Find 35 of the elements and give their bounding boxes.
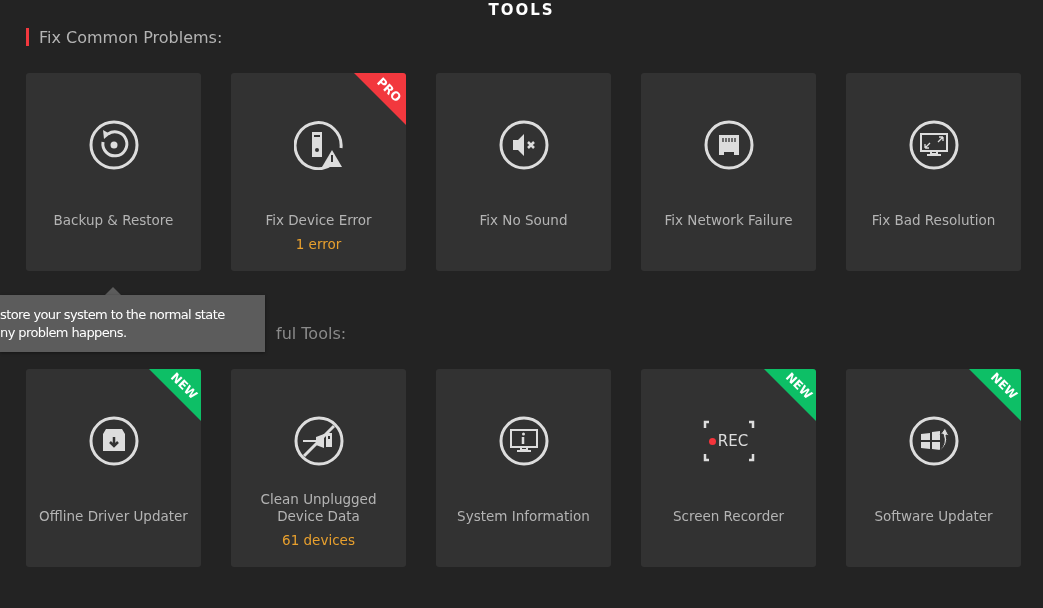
monitor-resize-icon — [909, 120, 958, 170]
tool-label: Software Updater — [873, 508, 994, 525]
section-heading: Fix Common Problems: — [39, 27, 223, 47]
tool-label: Offline Driver Updater — [38, 508, 189, 525]
section-heading: ful Tools: — [276, 323, 347, 343]
tool-card[interactable]: Fix Bad Resolution — [846, 73, 1021, 271]
tool-card[interactable]: Backup & Restore — [26, 73, 201, 271]
tool-card[interactable]: Clean Unplugged Device Data 61 devices — [231, 369, 406, 567]
device-warning-icon — [293, 121, 343, 170]
restore-icon — [89, 120, 138, 170]
tool-label: Backup & Restore — [52, 212, 175, 229]
tooltip-text: store your system to the normal state ny problem happens. — [0, 306, 225, 342]
windows-update-icon — [909, 416, 958, 466]
mute-icon — [499, 120, 548, 170]
system-info-icon — [499, 416, 548, 466]
page-title: TOOLS — [488, 1, 555, 19]
tool-card[interactable]: Fix Network Failure — [641, 73, 816, 271]
ethernet-port-icon — [704, 120, 753, 170]
tool-label: Clean Unplugged Device Data — [259, 491, 378, 525]
tool-label: Fix Network Failure — [663, 212, 794, 229]
tool-label: Fix No Sound — [478, 212, 569, 229]
tool-card[interactable]: Fix No Sound — [436, 73, 611, 271]
tool-label: Fix Bad Resolution — [870, 212, 997, 229]
tool-count: 61 devices — [282, 532, 355, 549]
tool-count: 1 error — [295, 236, 342, 253]
download-box-icon — [89, 416, 138, 466]
unplugged-device-icon — [294, 416, 343, 466]
rec-label: REC — [717, 432, 749, 450]
tool-label: System Information — [456, 508, 591, 525]
tool-label: Fix Device Error — [264, 212, 373, 229]
frame-corners-icon — [702, 420, 755, 462]
tool-card[interactable]: System Information — [436, 369, 611, 567]
record-dot-icon — [708, 437, 716, 445]
section-marker — [26, 28, 29, 46]
tool-label: Screen Recorder — [671, 508, 786, 525]
